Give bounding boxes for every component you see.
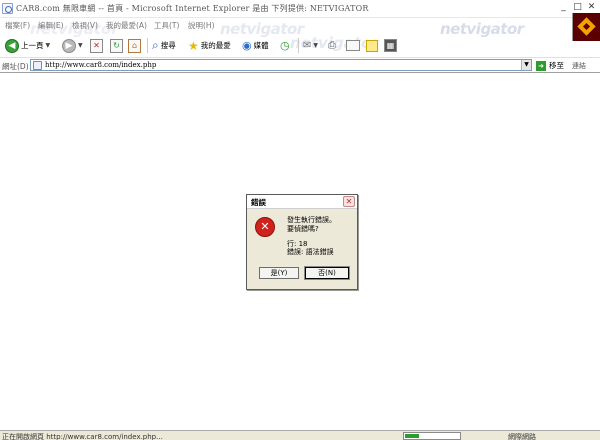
stop-button[interactable]: ✕: [90, 37, 103, 54]
go-label: 移至: [549, 61, 564, 70]
toolbar-separator: [147, 38, 148, 53]
history-icon: ◷: [280, 39, 290, 52]
back-label: 上一頁: [21, 41, 44, 50]
dialog-close-button[interactable]: ✕: [343, 196, 355, 207]
window-title: CAR8.com 無限車網 -- 首頁 - Microsoft Internet…: [16, 4, 369, 13]
dialog-error-description: 錯誤: 語法錯誤: [287, 248, 334, 256]
address-label: 網址(D): [2, 62, 29, 71]
forward-arrow-icon: ▶: [62, 38, 76, 53]
brand-diamond-icon: [577, 17, 596, 36]
address-url: http://www.car8.com/index.php: [45, 61, 157, 69]
no-button[interactable]: 否(N): [304, 266, 350, 280]
ie-app-icon: [2, 3, 13, 14]
print-button[interactable]: ⎙: [328, 37, 336, 54]
back-arrow-icon: ◀: [5, 38, 19, 53]
forward-dropdown-icon[interactable]: ▼: [78, 42, 83, 49]
mail-dropdown-icon[interactable]: ▼: [313, 42, 318, 49]
address-input[interactable]: http://www.car8.com/index.php ▼: [30, 59, 532, 71]
error-dialog: 錯誤 ✕ ✕ 發生執行錯誤。 要偵錯嗎? 行: 18 錯誤: 語法錯誤 是(Y)…: [246, 194, 358, 290]
status-progress-bar: [403, 432, 461, 440]
discuss-button[interactable]: [366, 37, 378, 54]
window-title-bar: CAR8.com 無限車網 -- 首頁 - Microsoft Internet…: [0, 0, 600, 18]
forward-button[interactable]: ▶ ▼: [62, 37, 83, 54]
menu-file[interactable]: 檔案(F): [5, 20, 30, 31]
status-text: 正在開啟網頁 http://www.car8.com/index.php...: [2, 433, 163, 440]
dialog-title: 錯誤: [251, 198, 266, 207]
media-globe-icon: ◉: [242, 39, 252, 52]
page-icon: [33, 61, 42, 70]
media-label: 媒體: [253, 41, 269, 50]
address-bar: 網址(D) http://www.car8.com/index.php ▼ ➜ …: [0, 57, 600, 72]
menu-view[interactable]: 檢視(V): [72, 20, 98, 31]
history-button[interactable]: ◷: [280, 37, 290, 54]
standard-toolbar: ◀ 上一頁 ▼ ▶ ▼ ✕ ↻ ⌂ ⌕ 搜尋 ★ 我的最愛 ◉ 媒體 ◷ ✉ ▼…: [0, 33, 572, 57]
favorites-button[interactable]: ★ 我的最愛: [188, 37, 231, 54]
edit-button[interactable]: [346, 37, 360, 54]
back-dropdown-icon[interactable]: ▼: [46, 42, 51, 49]
menu-tools[interactable]: 工具(T): [154, 20, 179, 31]
favorites-star-icon: ★: [188, 38, 199, 53]
home-icon: ⌂: [128, 38, 141, 53]
ie-throbber-logo: [572, 13, 600, 41]
back-button[interactable]: ◀ 上一頁 ▼: [5, 37, 50, 54]
toolbar-separator: [298, 38, 299, 53]
menu-favorites[interactable]: 我的最愛(A): [106, 20, 147, 31]
messenger-button[interactable]: ▦: [384, 37, 397, 54]
mail-button[interactable]: ✉ ▼: [303, 37, 318, 54]
favorites-label: 我的最愛: [200, 41, 231, 50]
status-zone: 網際網路: [508, 433, 536, 440]
yes-button[interactable]: 是(Y): [259, 267, 299, 279]
dialog-message-line2: 要偵錯嗎?: [287, 225, 319, 233]
edit-page-icon: [346, 40, 360, 51]
media-button[interactable]: ◉ 媒體: [242, 37, 269, 54]
mail-icon: ✉: [303, 40, 312, 51]
links-button[interactable]: 連結: [572, 61, 586, 71]
error-icon: ✕: [255, 217, 275, 237]
print-icon: ⎙: [328, 40, 336, 51]
status-bar: 正在開啟網頁 http://www.car8.com/index.php... …: [0, 430, 600, 440]
refresh-icon: ↻: [110, 38, 123, 53]
note-icon: [366, 39, 378, 52]
menu-edit[interactable]: 編輯(E): [38, 20, 64, 31]
search-button[interactable]: ⌕ 搜尋: [152, 37, 176, 54]
menu-bar: 檔案(F) 編輯(E) 檢視(V) 我的最愛(A) 工具(T) 說明(H): [0, 18, 560, 33]
dialog-title-bar: 錯誤 ✕: [247, 195, 357, 209]
home-button[interactable]: ⌂: [128, 37, 141, 54]
search-icon: ⌕: [152, 38, 159, 52]
search-label: 搜尋: [160, 41, 176, 50]
address-dropdown-icon[interactable]: ▼: [521, 60, 531, 70]
status-progress-fill: [405, 434, 419, 438]
menu-help[interactable]: 說明(H): [188, 20, 215, 31]
film-icon: ▦: [384, 39, 397, 52]
go-arrow-icon: ➜: [536, 60, 546, 71]
minimize-button[interactable]: _: [557, 2, 570, 14]
go-button[interactable]: ➜ 移至: [536, 60, 564, 71]
refresh-button[interactable]: ↻: [110, 37, 123, 54]
stop-icon: ✕: [90, 38, 103, 53]
